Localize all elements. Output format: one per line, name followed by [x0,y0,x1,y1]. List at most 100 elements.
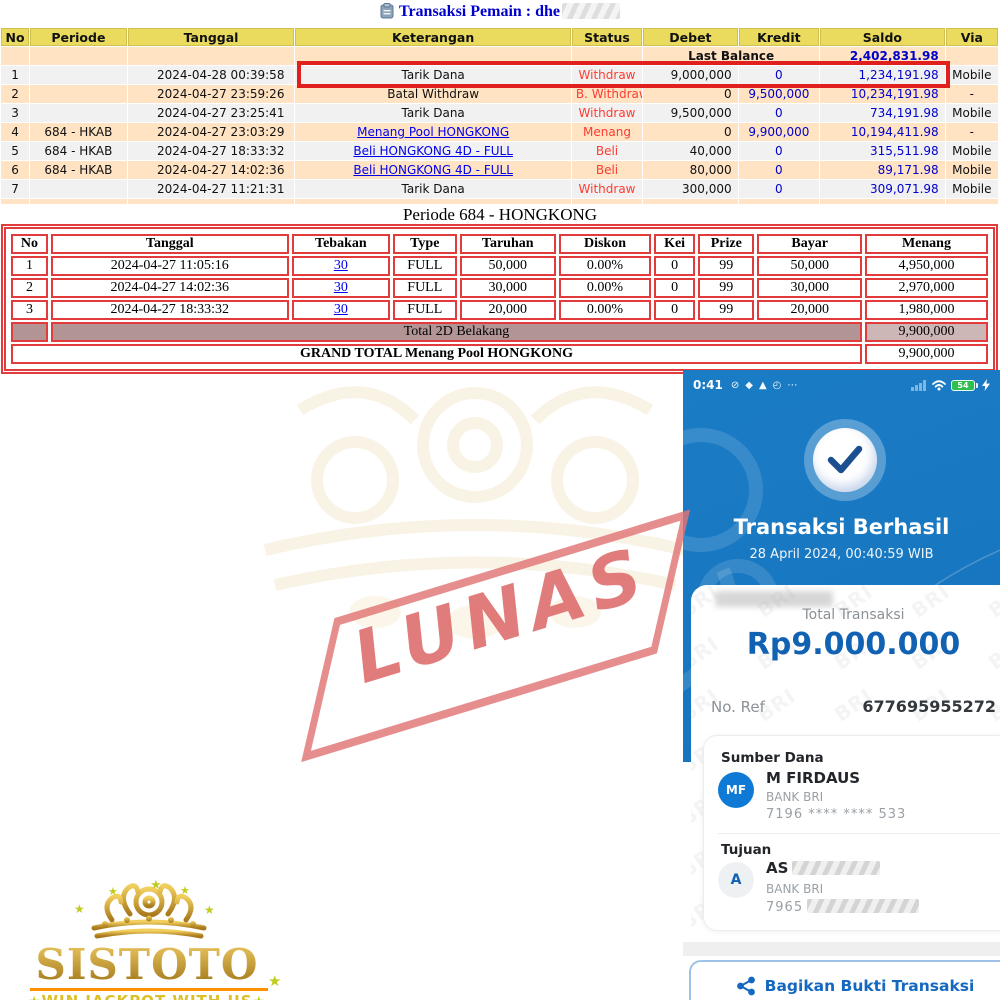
column-header: Taruhan [460,234,556,254]
page-title-text: Transaksi Pemain : dhe [399,3,560,20]
bet-row: 12024-04-27 11:05:1630FULL50,0000.00%099… [11,256,988,276]
column-header: No [11,234,48,254]
brand-tagline: ★WIN JACKPOT WITH US★ [22,992,272,1000]
total-transaction-label: Total Transaksi [691,607,1000,623]
redacted-player-name [562,3,620,19]
page-title: Transaksi Pemain : dhe [0,3,1000,21]
status-bar: 0:41 ⊘ ◆ ▲ ◴ ⋯ [683,374,1000,396]
transaction-row: 6684 - HKAB2024-04-27 14:02:36Beli HONGK… [1,161,998,179]
redacted-destination-account [807,899,919,913]
brand-underline [30,988,268,991]
tebakan-link[interactable]: 30 [334,280,348,295]
section-gap [683,942,1000,956]
share-icon [736,976,756,996]
success-check-icon [813,428,877,492]
wifi-icon [931,379,947,391]
sistoto-logo: ★ ★ ★ ★ ★ ★ SISTOTO ★WIN JACKPOT WITH US… [22,878,290,1000]
destination-avatar: A [718,862,754,898]
receipt-screenshot: 0:41 ⊘ ◆ ▲ ◴ ⋯ [683,370,1000,1000]
table-bottom-strip [1,199,998,204]
bet-row: 22024-04-27 14:02:3630FULL30,0000.00%099… [11,278,988,298]
tebakan-link[interactable]: 30 [334,302,348,317]
lunas-stamp-text: LUNAS [283,512,719,718]
column-header: Saldo [820,28,945,46]
column-header: Kredit [739,28,819,46]
column-header: Prize [698,234,754,254]
transaction-row: 12024-04-28 00:39:58Tarik DanaWithdraw9,… [1,66,998,84]
drop-icon: ◆ [745,380,753,391]
warning-icon: ▲ [759,380,767,391]
last-balance-value: 2,402,831.98 [820,47,945,65]
column-header: Via [946,28,998,46]
transaction-row: 72024-04-27 11:21:31Tarik DanaWithdraw30… [1,180,998,198]
source-bank: BANK BRI [766,790,823,804]
destination-name: AS [766,859,880,877]
column-header: Tebakan [292,234,390,254]
keterangan-link[interactable]: Menang Pool HONGKONG [357,125,509,139]
source-name: M FIRDAUS [766,769,860,787]
column-header: Menang [865,234,988,254]
lunas-stamp-border [301,509,690,762]
battery-icon: 54 [951,380,978,391]
notification-icons: ⊘ ◆ ▲ ◴ ⋯ [731,380,798,391]
source-account: 7196 **** **** 533 [766,807,906,822]
bet-row: 32024-04-27 18:33:3230FULL20,0000.00%099… [11,300,988,320]
gold-crown-watermark [205,350,745,670]
column-header: Diskon [559,234,651,254]
column-header: Kei [654,234,695,254]
total-value: 9,900,000 [865,322,988,342]
ref-value: 677695955272 [862,697,996,716]
share-receipt-button[interactable]: Bagikan Bukti Transaksi [689,960,1000,1000]
source-section-label: Sumber Dana [721,750,824,766]
destination-account: 7965 [766,899,919,915]
transactions-header-row: NoPeriodeTanggalKeteranganStatusDebetKre… [1,28,998,46]
column-header: Keterangan [295,28,570,46]
battery-level: 54 [951,380,975,391]
star-icon: ★ [253,994,267,1000]
share-button-label: Bagikan Bukti Transaksi [765,977,975,995]
column-header: Bayar [757,234,862,254]
column-header: Tanggal [51,234,289,254]
grand-total-row: GRAND TOTAL Menang Pool HONGKONG9,900,00… [11,344,988,364]
receipt-card: BRIBRIBRIBRIBRIBRIBRIBRIBRIBRIBRIBRIBRIB… [691,585,1000,942]
total-amount: Rp9.000.000 [691,627,1000,662]
last-balance-row: Last Balance2,402,831.98 [1,47,998,65]
compass-icon: ◴ [773,380,782,391]
ref-label: No. Ref [711,698,765,716]
accounts-card: Sumber Dana MF M FIRDAUS BANK BRI 7196 *… [703,735,1000,931]
brand-name: SISTOTO [22,940,272,989]
destination-bank: BANK BRI [766,882,823,896]
bet-table: NoTanggalTebakanTypeTaruhanDiskonKeiPriz… [8,232,991,366]
transaction-datetime: 28 April 2024, 00:40:59 WIB [683,547,1000,562]
bet-header-row: NoTanggalTebakanTypeTaruhanDiskonKeiPriz… [11,234,988,254]
period-title: Periode 684 - HONGKONG [0,205,1000,225]
column-header: Type [393,234,457,254]
status-time: 0:41 [693,378,723,392]
source-avatar: MF [718,772,754,808]
success-title: Transaksi Berhasil [683,515,1000,539]
grand-total-label: GRAND TOTAL Menang Pool HONGKONG [11,344,862,364]
lunas-stamp: LUNAS [268,463,752,828]
transactions-table: NoPeriodeTanggalKeteranganStatusDebetKre… [0,27,999,205]
total-row: Total 2D Belakang9,900,000 [11,322,988,342]
more-icon: ⋯ [787,380,797,391]
transactions-icon [380,3,394,19]
grand-total-value: 9,900,000 [865,344,988,364]
divider [718,833,1000,834]
signal-icon [911,379,927,391]
column-header: No [1,28,29,46]
column-header: Status [572,28,642,46]
share-button-area: Bagikan Bukti Transaksi [683,956,1000,1000]
keterangan-link[interactable]: Beli HONGKONG 4D - FULL [353,144,512,158]
redaction-smudge [715,591,833,607]
transaction-row: 5684 - HKAB2024-04-27 18:33:32Beli HONGK… [1,142,998,160]
last-balance-label: Last Balance [643,47,819,65]
charging-bolt-icon [982,379,990,391]
keterangan-link[interactable]: Beli HONGKONG 4D - FULL [353,163,512,177]
tebakan-link[interactable]: 30 [334,258,348,273]
transaction-row: 32024-04-27 23:25:41Tarik DanaWithdraw9,… [1,104,998,122]
crown-icon [80,880,218,942]
transaction-row: 4684 - HKAB2024-04-27 23:03:29Menang Poo… [1,123,998,141]
total-label: Total 2D Belakang [51,322,862,342]
column-header: Debet [643,28,737,46]
